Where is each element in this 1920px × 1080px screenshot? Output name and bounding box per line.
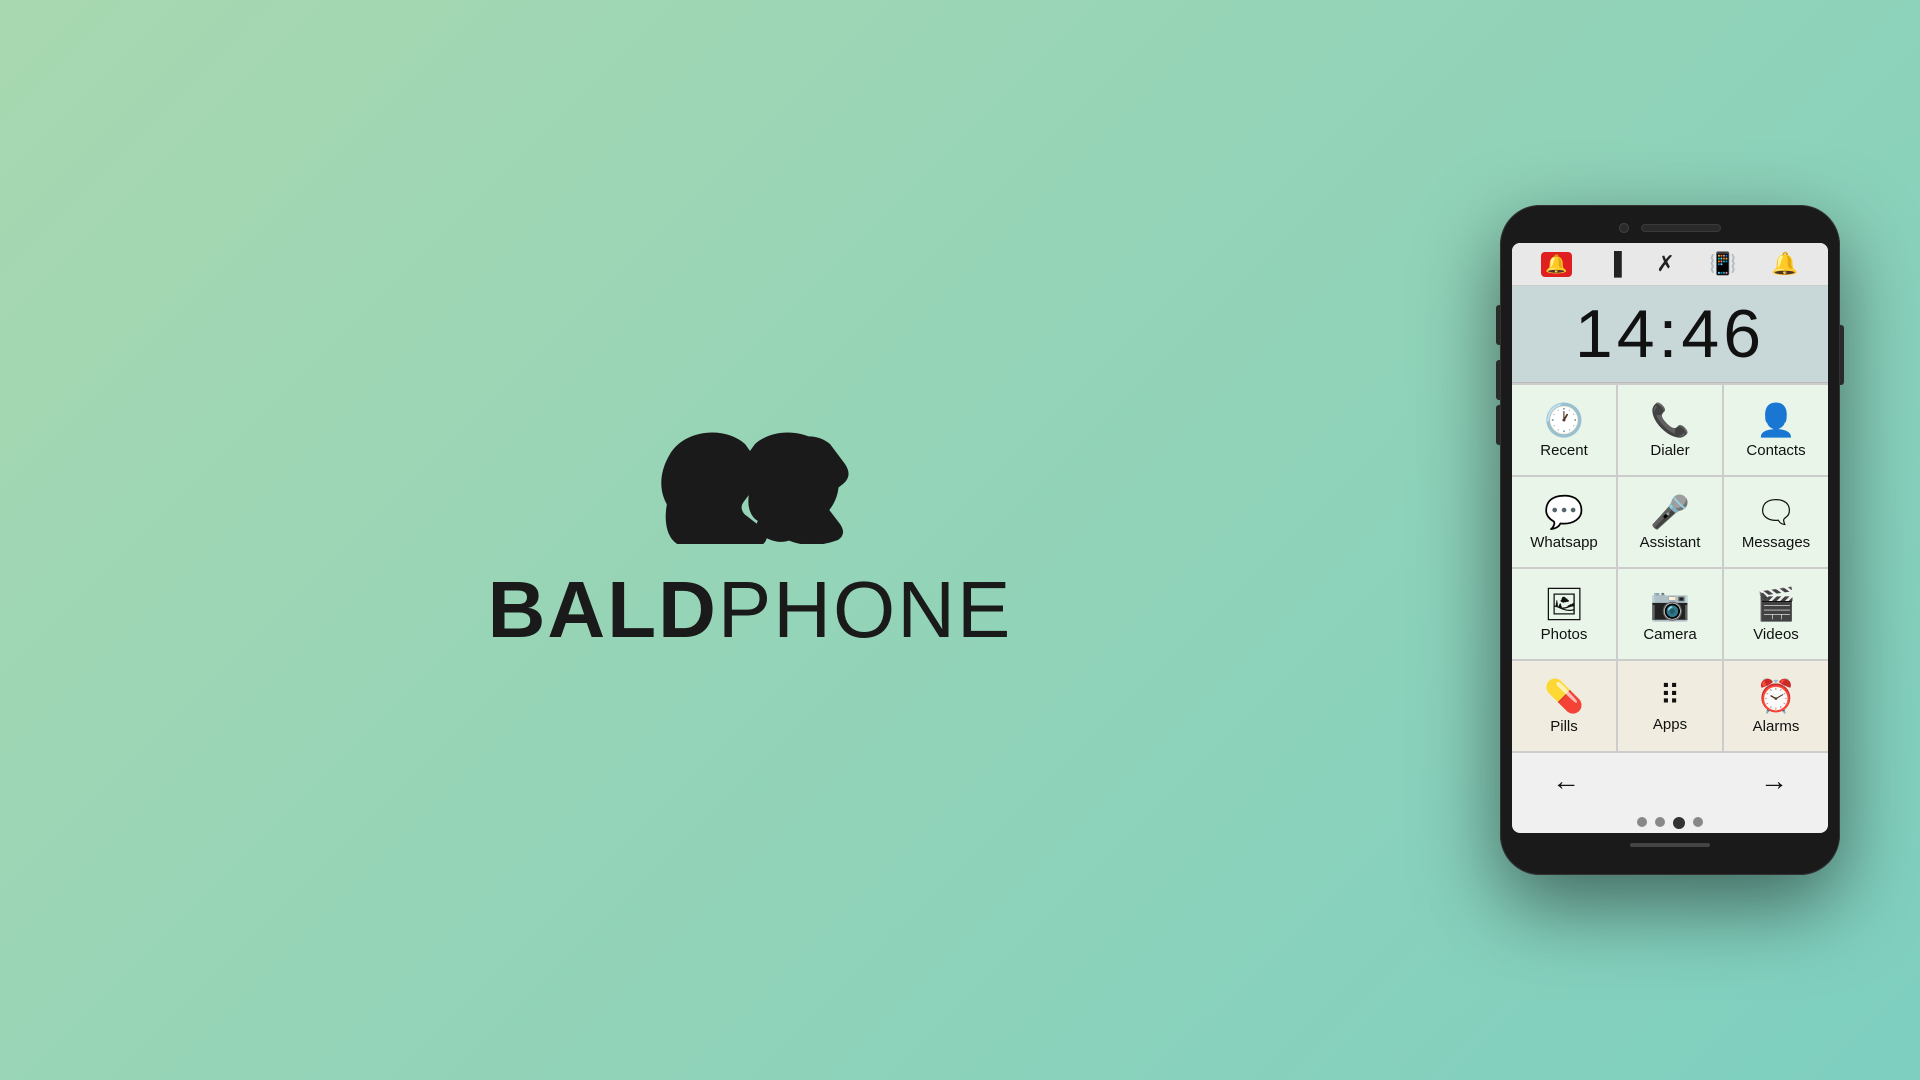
dot-3-active	[1673, 817, 1685, 829]
back-button[interactable]: ←	[1552, 765, 1580, 797]
app-dialer[interactable]: 📞 Dialer	[1618, 385, 1722, 475]
app-whatsapp[interactable]: 💬 Whatsapp	[1512, 477, 1616, 567]
app-pills-label: Pills	[1550, 718, 1578, 735]
dialer-icon: 📞	[1650, 404, 1690, 436]
assistant-icon: 🎤	[1650, 496, 1690, 528]
apps-icon: ⠿	[1660, 682, 1681, 710]
app-pills[interactable]: 💊 Pills	[1512, 661, 1616, 751]
dot-4	[1693, 817, 1703, 827]
camera-icon: 📷	[1650, 588, 1690, 620]
app-assistant[interactable]: 🎤 Assistant	[1618, 477, 1722, 567]
phone-section: 🔔 ▐ ✗ 📳 🔔 14:46 🕐 Recent 📞 Dialer	[1500, 205, 1920, 875]
whatsapp-icon: 💬	[1544, 496, 1584, 528]
app-whatsapp-label: Whatsapp	[1530, 534, 1598, 551]
speaker-bar	[1641, 224, 1721, 232]
app-recent[interactable]: 🕐 Recent	[1512, 385, 1616, 475]
app-photos[interactable]: 🖼 Photos	[1512, 569, 1616, 659]
app-grid: 🕐 Recent 📞 Dialer 👤 Contacts 💬 Whatsapp	[1512, 383, 1828, 751]
brand-title: BALDPHONE	[488, 564, 1013, 656]
app-videos[interactable]: 🎬 Videos	[1724, 569, 1828, 659]
bell-icon: 🔔	[1771, 251, 1798, 277]
handset-icon	[635, 424, 865, 544]
brand-section: BALDPHONE	[0, 384, 1500, 696]
contacts-icon: 👤	[1756, 404, 1796, 436]
signal-icon: ✗	[1656, 251, 1674, 277]
forward-button[interactable]: →	[1760, 765, 1788, 797]
app-alarms[interactable]: ⏰ Alarms	[1724, 661, 1828, 751]
app-assistant-label: Assistant	[1640, 534, 1701, 551]
alert-icon: 🔔	[1541, 252, 1571, 277]
recent-icon: 🕐	[1544, 404, 1584, 436]
status-bar: 🔔 ▐ ✗ 📳 🔔	[1512, 243, 1828, 286]
brand-light: PHONE	[718, 565, 1013, 654]
nav-row: ← →	[1512, 751, 1828, 809]
phone-bottom	[1512, 843, 1828, 847]
phone-device: 🔔 ▐ ✗ 📳 🔔 14:46 🕐 Recent 📞 Dialer	[1500, 205, 1840, 875]
phone-screen: 🔔 ▐ ✗ 📳 🔔 14:46 🕐 Recent 📞 Dialer	[1512, 243, 1828, 833]
videos-icon: 🎬	[1756, 588, 1796, 620]
clock-time: 14:46	[1522, 300, 1818, 368]
dot-1	[1637, 817, 1647, 827]
clock-display: 14:46	[1512, 286, 1828, 383]
app-camera-label: Camera	[1643, 626, 1696, 643]
app-contacts-label: Contacts	[1746, 442, 1805, 459]
home-bar	[1630, 843, 1710, 847]
alarms-icon: ⏰	[1756, 680, 1796, 712]
phone-top-bar	[1512, 223, 1828, 233]
messages-icon: 🗨	[1756, 496, 1797, 528]
battery-icon: ▐	[1606, 251, 1622, 277]
app-messages[interactable]: 🗨 Messages	[1724, 477, 1828, 567]
camera-dot	[1619, 223, 1629, 233]
app-videos-label: Videos	[1753, 626, 1799, 643]
photos-icon: 🖼	[1544, 588, 1585, 620]
app-dialer-label: Dialer	[1650, 442, 1689, 459]
app-recent-label: Recent	[1540, 442, 1588, 459]
app-messages-label: Messages	[1742, 534, 1810, 551]
vibrate-icon: 📳	[1709, 251, 1736, 277]
app-alarms-label: Alarms	[1753, 718, 1800, 735]
brand-bold: BALD	[488, 565, 718, 654]
app-photos-label: Photos	[1541, 626, 1588, 643]
page-dots	[1512, 809, 1828, 833]
app-apps-label: Apps	[1653, 716, 1687, 733]
pills-icon: 💊	[1544, 680, 1584, 712]
dot-2	[1655, 817, 1665, 827]
app-apps[interactable]: ⠿ Apps	[1618, 661, 1722, 751]
app-camera[interactable]: 📷 Camera	[1618, 569, 1722, 659]
app-contacts[interactable]: 👤 Contacts	[1724, 385, 1828, 475]
